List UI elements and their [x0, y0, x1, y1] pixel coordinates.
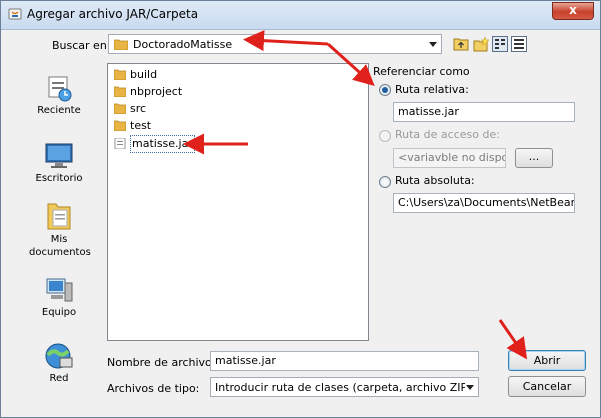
- desktop-icon: [45, 143, 73, 168]
- access-path-radio[interactable]: [379, 130, 391, 142]
- filename-input[interactable]: matisse.jar: [210, 351, 479, 371]
- browse-button[interactable]: ...: [515, 148, 553, 168]
- place-label: Equipo: [41, 307, 77, 318]
- close-button[interactable]: x: [552, 2, 594, 20]
- filetype-label: Archivos de tipo:: [107, 382, 200, 395]
- relative-path-field[interactable]: matisse.jar: [393, 102, 575, 122]
- folder-icon: [114, 86, 126, 97]
- file-name: src: [130, 102, 147, 115]
- place-desktop[interactable]: Escritorio: [22, 141, 96, 184]
- access-path-field[interactable]: <variavble no disponible: [393, 148, 506, 168]
- place-documents[interactable]: Mis documentos: [22, 201, 96, 259]
- chevron-down-icon[interactable]: [429, 42, 437, 47]
- absolute-path-label: Ruta absoluta:: [395, 174, 475, 187]
- new-folder-icon[interactable]: [473, 36, 489, 52]
- cancel-button[interactable]: Cancelar: [508, 376, 586, 397]
- reference-group-title: Referenciar como: [373, 65, 470, 78]
- place-label: Reciente: [37, 105, 81, 116]
- place-label: Red: [49, 373, 69, 384]
- java-app-icon: [8, 8, 22, 20]
- lookin-label: Buscar en:: [52, 39, 111, 52]
- absolute-path-radio[interactable]: [379, 176, 391, 188]
- places-bar: Reciente Escritorio Mis documentos Equip…: [22, 61, 96, 401]
- file-chooser-dialog: Agregar archivo JAR/Carpeta x Buscar en:…: [0, 0, 601, 418]
- place-label: Escritorio: [35, 173, 83, 184]
- relative-path-radio[interactable]: [379, 84, 391, 96]
- lookin-value: DoctoradoMatisse: [133, 38, 233, 51]
- window-title: Agregar archivo JAR/Carpeta: [27, 7, 199, 21]
- place-network[interactable]: Red: [22, 341, 96, 384]
- place-computer[interactable]: Equipo: [22, 275, 96, 318]
- folder-icon: [114, 120, 126, 131]
- filetype-combo[interactable]: Introducir ruta de clases (carpeta, arch…: [210, 377, 479, 397]
- details-view-icon[interactable]: [511, 36, 527, 52]
- title-bar[interactable]: Agregar archivo JAR/Carpeta x: [1, 1, 600, 30]
- absolute-path-field[interactable]: C:\Users\za\Documents\NetBeansProje: [393, 193, 575, 213]
- file-list[interactable]: build nbproject src test matisse.jar: [107, 63, 369, 341]
- folder-icon: [114, 69, 126, 80]
- place-recent[interactable]: Reciente: [22, 73, 96, 116]
- filetype-value: Introducir ruta de clases (carpeta, arch…: [215, 381, 465, 394]
- folder-icon: [114, 39, 128, 50]
- file-name: test: [130, 119, 152, 132]
- up-folder-icon[interactable]: [453, 36, 469, 52]
- jar-file-icon: [114, 138, 126, 149]
- recent-icon: [48, 76, 72, 102]
- filename-label: Nombre de archivo:: [107, 356, 216, 369]
- folder-icon: [114, 103, 126, 114]
- close-icon: x: [569, 3, 577, 17]
- list-view-icon[interactable]: [492, 36, 508, 52]
- lookin-combo[interactable]: DoctoradoMatisse: [108, 34, 442, 54]
- access-path-label: Ruta de acceso de:: [395, 128, 500, 141]
- network-icon: [45, 343, 73, 369]
- open-button[interactable]: Abrir: [508, 350, 586, 371]
- file-name: matisse.jar: [130, 135, 195, 153]
- file-name: nbproject: [130, 85, 183, 98]
- chevron-down-icon[interactable]: [466, 385, 474, 390]
- place-label: Mis documentos: [29, 234, 91, 258]
- documents-icon: [47, 203, 71, 230]
- computer-icon: [46, 278, 73, 302]
- file-name: build: [130, 68, 158, 81]
- relative-path-label: Ruta relativa:: [395, 83, 469, 96]
